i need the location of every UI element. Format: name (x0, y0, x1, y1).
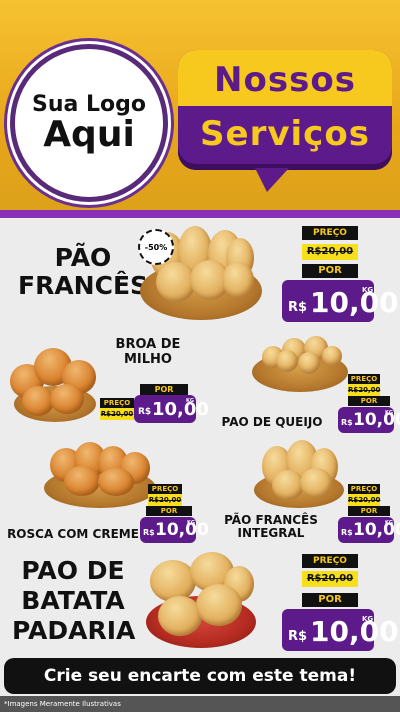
product-name-line: BROA DE (115, 337, 181, 352)
product-name-rosca-com-creme: ROSCA COM CREME (6, 527, 140, 541)
title-line2: Serviços (200, 114, 370, 154)
currency: R$ (288, 300, 308, 315)
product-name-pao-frances: PÃO FRANCÊS (18, 244, 148, 300)
product-name-line: INTEGRAL (237, 526, 305, 541)
price-label: PREÇO (100, 398, 134, 408)
new-price-box: R$ 10,00 KG (338, 407, 400, 433)
old-price: R$20,00 (302, 571, 358, 587)
product-name-line: PÃO (54, 243, 112, 272)
product-name-line: MILHO (124, 351, 172, 367)
currency: R$ (341, 528, 353, 537)
old-price: R$20,00 (348, 494, 381, 506)
product-name-line: ROSCA COM CREME (7, 527, 139, 541)
title-bubble-tail (255, 168, 289, 192)
product-name-pao-de-batata-padaria: PAO DE BATATA PADARIA (12, 556, 136, 646)
product-name-pao-frances-integral: PÃO FRANCÊS INTEGRAL (222, 513, 320, 541)
por-label: POR (348, 396, 390, 406)
new-price: 10,00 (310, 286, 399, 319)
new-price: 10,00 (152, 399, 209, 420)
unit: KG (362, 286, 374, 294)
new-price: 10,00 (155, 520, 209, 540)
cta-banner[interactable]: Crie seu encarte com este tema! (4, 658, 396, 694)
title-line1: Nossos (214, 60, 356, 100)
header-divider (0, 210, 400, 218)
product-name-line: PADARIA (12, 616, 136, 645)
logo-text-line1: Sua Logo (31, 91, 146, 117)
product-name-line: PÃO FRANCÊS (224, 513, 318, 527)
logo-text-line2: Aqui (43, 113, 135, 155)
product-name-line: BATATA (21, 586, 125, 615)
por-label: POR (140, 384, 188, 395)
unit: KG (187, 520, 195, 526)
price-label: PREÇO (302, 226, 358, 240)
footer-disclaimer: *Imagens Meramente Ilustrativas (0, 696, 400, 712)
unit: KG (362, 615, 374, 623)
new-price-box: R$ 10,00 KG (282, 609, 399, 651)
por-label: POR (302, 264, 358, 278)
price-label: PREÇO (148, 484, 182, 494)
old-price: R$20,00 (348, 384, 381, 396)
old-price: R$20,00 (302, 244, 358, 260)
price-label: PREÇO (348, 374, 380, 384)
por-label: POR (146, 506, 192, 516)
price-label: PREÇO (348, 484, 380, 494)
new-price: 10,00 (310, 615, 399, 648)
product-name-line: PAO DE (21, 556, 125, 585)
currency: R$ (138, 407, 152, 417)
old-price: R$20,00 (100, 408, 134, 420)
unit: KG (385, 410, 393, 416)
price-label: PREÇO (302, 554, 358, 568)
por-label: POR (302, 593, 358, 607)
product-name-line: PAO DE QUEIJO (221, 415, 323, 429)
currency: R$ (143, 528, 155, 537)
new-price-box: R$ 10,00 KG (282, 280, 399, 322)
logo-placeholder: Sua Logo Aqui (10, 44, 168, 202)
product-name-pao-de-queijo: PAO DE QUEIJO (212, 415, 332, 429)
product-name-line: FRANCÊS (18, 271, 149, 300)
product-name-broa-de-milho: BROA DE MILHO (108, 337, 188, 367)
currency: R$ (341, 418, 353, 427)
unit: KG (385, 520, 393, 526)
new-price-box: R$ 10,00 KG (140, 517, 209, 543)
unit: KG (186, 398, 194, 404)
new-price-box: R$ 10,00 KG (134, 395, 209, 423)
old-price: R$20,00 (148, 494, 182, 506)
por-label: POR (348, 506, 390, 516)
currency: R$ (288, 629, 308, 644)
discount-badge: -50% (138, 229, 174, 265)
new-price-box: R$ 10,00 KG (338, 517, 400, 543)
